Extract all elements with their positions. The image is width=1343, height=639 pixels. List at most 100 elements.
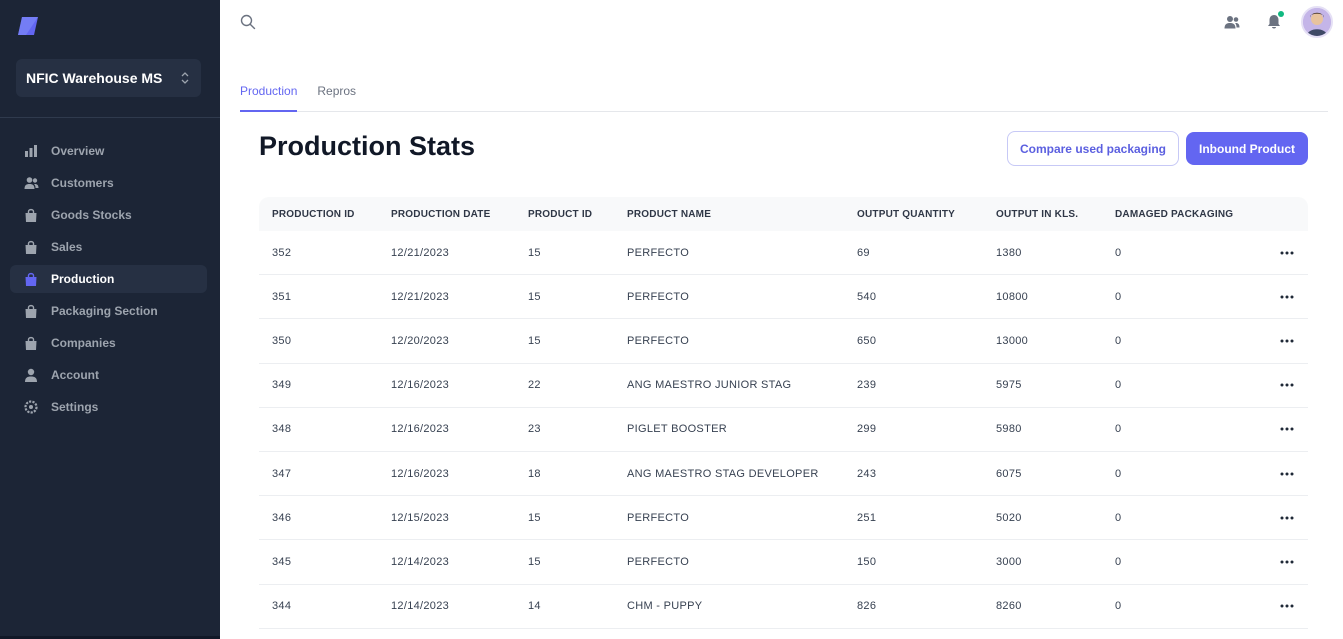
table-cell: PERFECTO — [627, 246, 690, 259]
sidebar-divider — [0, 117, 220, 118]
more-options-icon[interactable] — [1277, 378, 1297, 392]
table-cell: 0 — [1115, 290, 1122, 303]
table-cell: 347 — [272, 467, 292, 480]
table-row[interactable]: 351 12/21/2023 15 PERFECTO 540 10800 0 — [259, 275, 1308, 320]
compare-used-packaging-button[interactable]: Compare used packaging — [1007, 131, 1179, 166]
sidebar-item-companies[interactable]: Companies — [10, 329, 207, 357]
table-cell: 344 — [272, 600, 292, 613]
table-cell: 12/21/2023 — [391, 290, 450, 303]
column-header: PRODUCT ID — [528, 208, 593, 220]
table-cell: 6075 — [996, 467, 1022, 480]
table-cell: PERFECTO — [627, 555, 690, 568]
workspace-name: NFIC Warehouse MS — [26, 70, 163, 86]
table-cell: PIGLET BOOSTER — [627, 423, 727, 436]
production-table: PRODUCTION ID PRODUCTION DATE PRODUCT ID… — [259, 197, 1308, 639]
logo-icon[interactable] — [16, 14, 40, 38]
table-cell: 0 — [1115, 467, 1122, 480]
table-cell: 299 — [857, 423, 877, 436]
table-cell: 0 — [1115, 334, 1122, 347]
sidebar-item-production[interactable]: Production — [10, 265, 207, 293]
table-cell: 12/21/2023 — [391, 246, 450, 259]
sidebar-item-customers[interactable]: Customers — [10, 169, 207, 197]
shopping-bag-icon — [23, 303, 39, 319]
contacts-icon[interactable] — [1223, 13, 1241, 31]
more-options-icon[interactable] — [1277, 334, 1297, 348]
table-cell: 348 — [272, 423, 292, 436]
inbound-product-button[interactable]: Inbound Product — [1186, 132, 1308, 165]
table-cell: 0 — [1115, 600, 1122, 613]
table-cell: 0 — [1115, 423, 1122, 436]
more-options-icon[interactable] — [1277, 511, 1297, 525]
table-cell: ANG MAESTRO STAG DEVELOPER — [627, 467, 819, 480]
column-header: PRODUCTION ID — [272, 208, 355, 220]
sidebar-item-label: Goods Stocks — [51, 208, 132, 222]
table-row[interactable]: 345 12/14/2023 15 PERFECTO 150 3000 0 — [259, 540, 1308, 585]
table-cell: 14 — [528, 600, 541, 613]
table-cell: PERFECTO — [627, 334, 690, 347]
column-header: OUTPUT IN KLS. — [996, 208, 1079, 220]
users-icon — [23, 175, 39, 191]
table-cell: 5975 — [996, 379, 1022, 392]
sidebar-nav: Overview Customers Goods Stocks Sales Pr… — [10, 137, 207, 425]
tab-repros[interactable]: Repros — [317, 84, 356, 112]
table-cell: 349 — [272, 379, 292, 392]
sidebar-item-sales[interactable]: Sales — [10, 233, 207, 261]
more-options-icon[interactable] — [1277, 467, 1297, 481]
table-cell: 10800 — [996, 290, 1029, 303]
table-cell: 0 — [1115, 511, 1122, 524]
sidebar-item-packaging-section[interactable]: Packaging Section — [10, 297, 207, 325]
table-cell: 540 — [857, 290, 877, 303]
table-cell: 15 — [528, 246, 541, 259]
table-cell: 352 — [272, 246, 292, 259]
table-cell: 22 — [528, 379, 541, 392]
more-options-icon[interactable] — [1277, 599, 1297, 613]
table-cell: 150 — [857, 555, 877, 568]
table-cell: 8260 — [996, 600, 1022, 613]
column-header: OUTPUT QUANTITY — [857, 208, 955, 220]
table-row[interactable]: 347 12/16/2023 18 ANG MAESTRO STAG DEVEL… — [259, 452, 1308, 497]
column-header: DAMAGED PACKAGING — [1115, 208, 1234, 220]
table-row[interactable]: 348 12/16/2023 23 PIGLET BOOSTER 299 598… — [259, 408, 1308, 452]
tab-production[interactable]: Production — [240, 84, 298, 112]
workspace-switcher[interactable]: NFIC Warehouse MS — [16, 59, 201, 97]
table-cell: 12/14/2023 — [391, 555, 450, 568]
table-cell: 826 — [857, 600, 877, 613]
sidebar-item-settings[interactable]: Settings — [10, 393, 207, 421]
table-row[interactable]: 350 12/20/2023 15 PERFECTO 650 13000 0 — [259, 319, 1308, 364]
sidebar-item-label: Production — [51, 272, 115, 286]
table-row[interactable]: 346 12/15/2023 15 PERFECTO 251 5020 0 — [259, 496, 1308, 541]
table-header: PRODUCTION ID PRODUCTION DATE PRODUCT ID… — [259, 197, 1308, 231]
sidebar-item-goods-stocks[interactable]: Goods Stocks — [10, 201, 207, 229]
shopping-bag-icon — [23, 335, 39, 351]
table-cell: 15 — [528, 290, 541, 303]
sidebar-item-label: Customers — [51, 176, 114, 190]
column-header: PRODUCTION DATE — [391, 208, 491, 220]
sidebar-item-account[interactable]: Account — [10, 361, 207, 389]
table-row[interactable]: 349 12/16/2023 22 ANG MAESTRO JUNIOR STA… — [259, 364, 1308, 408]
table-cell: 5980 — [996, 423, 1022, 436]
table-cell: 239 — [857, 379, 877, 392]
more-options-icon[interactable] — [1277, 246, 1297, 260]
more-options-icon[interactable] — [1277, 555, 1297, 569]
table-cell: PERFECTO — [627, 290, 690, 303]
table-cell: 243 — [857, 467, 877, 480]
more-options-icon[interactable] — [1277, 422, 1297, 436]
table-cell: 5020 — [996, 511, 1022, 524]
chevron-up-down-icon — [179, 70, 191, 86]
table-cell: 650 — [857, 334, 877, 347]
search-icon[interactable] — [240, 14, 256, 30]
table-row[interactable]: 344 12/14/2023 14 CHM - PUPPY 826 8260 0 — [259, 585, 1308, 629]
avatar[interactable] — [1301, 6, 1333, 38]
table-cell: PERFECTO — [627, 511, 690, 524]
sidebar-item-label: Settings — [51, 400, 99, 414]
table-cell: 69 — [857, 246, 870, 259]
sidebar-item-label: Sales — [51, 240, 83, 254]
sidebar-item-overview[interactable]: Overview — [10, 137, 207, 165]
page-title: Production Stats — [259, 131, 476, 161]
more-options-icon[interactable] — [1277, 290, 1297, 304]
table-cell: 15 — [528, 511, 541, 524]
table-cell: 3000 — [996, 555, 1022, 568]
user-icon — [23, 367, 39, 383]
shopping-bag-icon — [23, 239, 39, 255]
table-row[interactable]: 352 12/21/2023 15 PERFECTO 69 1380 0 — [259, 231, 1308, 276]
